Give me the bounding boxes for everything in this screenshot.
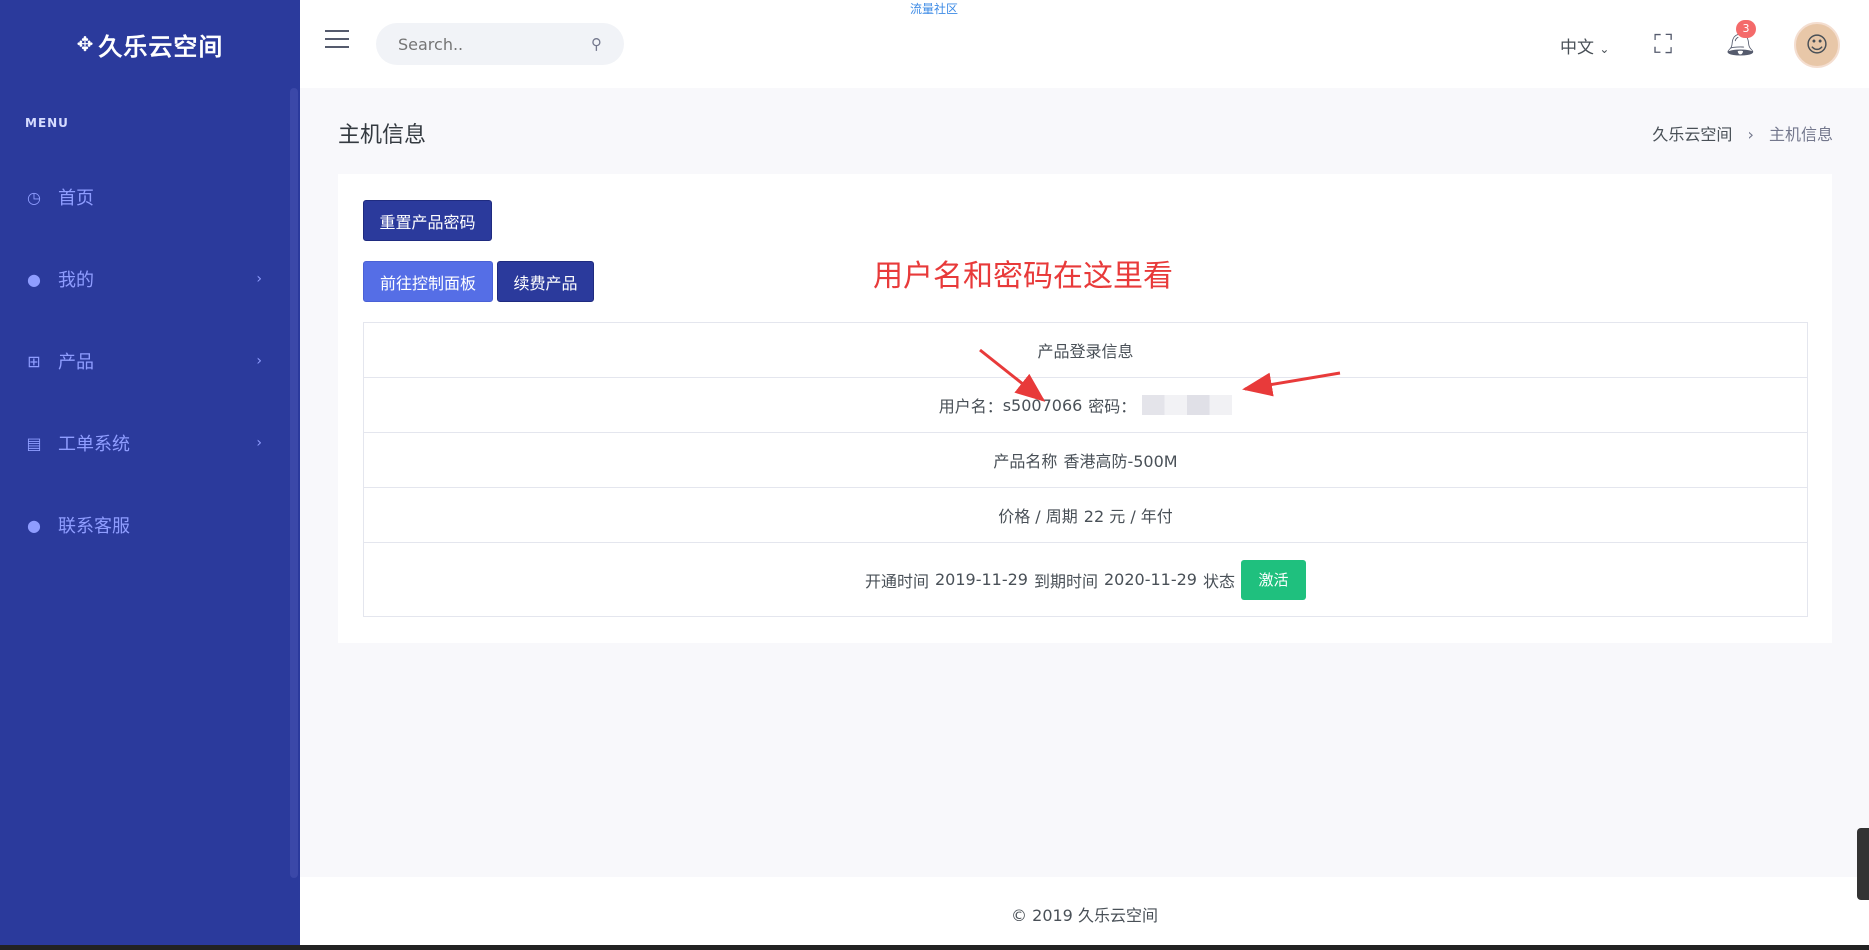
sidebar-item-label: 首页	[58, 188, 94, 209]
sidebar: ✥ 久乐云空间 MENU ◷ 首页 ● 我的 › ⊞ 产品 › ▤ 工单系统 ›…	[0, 0, 300, 950]
price-value: 22 元 / 年付	[1083, 507, 1173, 526]
sidebar-item-label: 联系客服	[58, 516, 130, 537]
chevron-right-icon: ›	[256, 353, 262, 369]
grid-icon: ⊞	[27, 351, 41, 371]
product-name-value: 香港高防-500M	[1063, 452, 1178, 471]
search-icon[interactable]: ⚲	[591, 35, 602, 53]
footer: © 2019 久乐云空间	[300, 877, 1869, 950]
chevron-right-icon: ›	[256, 271, 262, 287]
breadcrumb-home[interactable]: 久乐云空间	[1652, 125, 1732, 144]
user-icon: ●	[27, 269, 41, 289]
table-row: 用户名： s5007066 密码：	[364, 378, 1807, 433]
expire-date-label: 到期时间	[1033, 571, 1098, 591]
username-label: 用户名：	[938, 397, 1003, 416]
sidebar-item-label: 工单系统	[58, 434, 130, 455]
product-name-label: 产品名称	[993, 452, 1058, 471]
chevron-down-icon: ⌄	[1599, 42, 1610, 56]
sidebar-item-mine[interactable]: ● 我的 ›	[0, 238, 300, 320]
renew-button[interactable]: 续费产品	[497, 261, 594, 302]
chevron-right-icon: ›	[1747, 125, 1754, 144]
menu-title: MENU	[25, 116, 69, 130]
chevron-right-icon: ›	[256, 435, 262, 451]
table-row: 价格 / 周期 22 元 / 年付	[364, 488, 1807, 543]
search-box: ⚲	[376, 23, 624, 65]
password-label: 密码：	[1088, 397, 1137, 416]
sidebar-item-label: 我的	[58, 270, 94, 291]
host-info-card: 重置产品密码 前往控制面板 续费产品 用户名和密码在这里看 产品登录信息 用户名…	[338, 174, 1832, 643]
logo-text: 久乐云空间	[98, 32, 224, 61]
fullscreen-icon[interactable]: ⛶	[1654, 30, 1672, 61]
hamburger-menu-icon[interactable]	[325, 30, 349, 50]
reset-password-button[interactable]: 重置产品密码	[363, 200, 492, 241]
table-row: 产品登录信息	[364, 323, 1807, 378]
notification-badge: 3	[1736, 20, 1756, 38]
sidebar-item-label: 产品	[58, 352, 94, 373]
sidebar-menu: ◷ 首页 ● 我的 › ⊞ 产品 › ▤ 工单系统 › ● 联系客服	[0, 156, 300, 566]
sidebar-item-home[interactable]: ◷ 首页	[0, 156, 300, 238]
annotation-text: 用户名和密码在这里看	[873, 259, 1173, 294]
logo[interactable]: ✥ 久乐云空间	[0, 0, 300, 88]
sidebar-item-products[interactable]: ⊞ 产品 ›	[0, 320, 300, 402]
topbar: ⚲ 流量社区 中文 ⌄ ⛶ 🔔︎ 3 ☺	[300, 0, 1869, 88]
page-title: 主机信息	[338, 123, 427, 148]
avatar[interactable]: ☺	[1794, 22, 1840, 68]
sidebar-item-tickets[interactable]: ▤ 工单系统 ›	[0, 402, 300, 484]
language-selector[interactable]: 中文 ⌄	[1560, 33, 1609, 58]
support-icon: ●	[27, 515, 41, 535]
search-input[interactable]	[398, 34, 591, 54]
control-panel-button[interactable]: 前往控制面板	[363, 261, 493, 302]
table-header: 产品登录信息	[1037, 342, 1134, 361]
password-value-blurred	[1142, 395, 1233, 415]
community-link[interactable]: 流量社区	[910, 0, 958, 17]
sidebar-item-support[interactable]: ● 联系客服	[0, 484, 300, 566]
table-row: 产品名称 香港高防-500M	[364, 433, 1807, 488]
open-date-label: 开通时间	[864, 571, 929, 591]
bottom-bar	[0, 945, 1869, 950]
ticket-icon: ▤	[26, 433, 42, 453]
status-badge: 激活	[1241, 559, 1306, 600]
dashboard-icon: ◷	[27, 187, 41, 207]
username-value: s5007066	[1002, 395, 1083, 415]
language-label: 中文	[1560, 38, 1594, 58]
status-label: 状态	[1202, 571, 1235, 591]
price-label: 价格 / 周期	[998, 507, 1078, 526]
logo-mark-icon: ✥	[76, 32, 95, 56]
edge-widget[interactable]	[1857, 828, 1869, 900]
login-info-table: 产品登录信息 用户名： s5007066 密码： 产品名称 香港高防-500M …	[363, 322, 1808, 617]
table-row: 开通时间 2019-11-29 到期时间 2020-11-29 状态 激活	[364, 543, 1807, 616]
open-date-value: 2019-11-29	[935, 570, 1028, 589]
breadcrumb: 久乐云空间 › 主机信息	[1652, 121, 1833, 145]
breadcrumb-current: 主机信息	[1768, 125, 1833, 144]
sidebar-scrollbar[interactable]	[290, 88, 298, 878]
expire-date-value: 2020-11-29	[1104, 570, 1197, 589]
